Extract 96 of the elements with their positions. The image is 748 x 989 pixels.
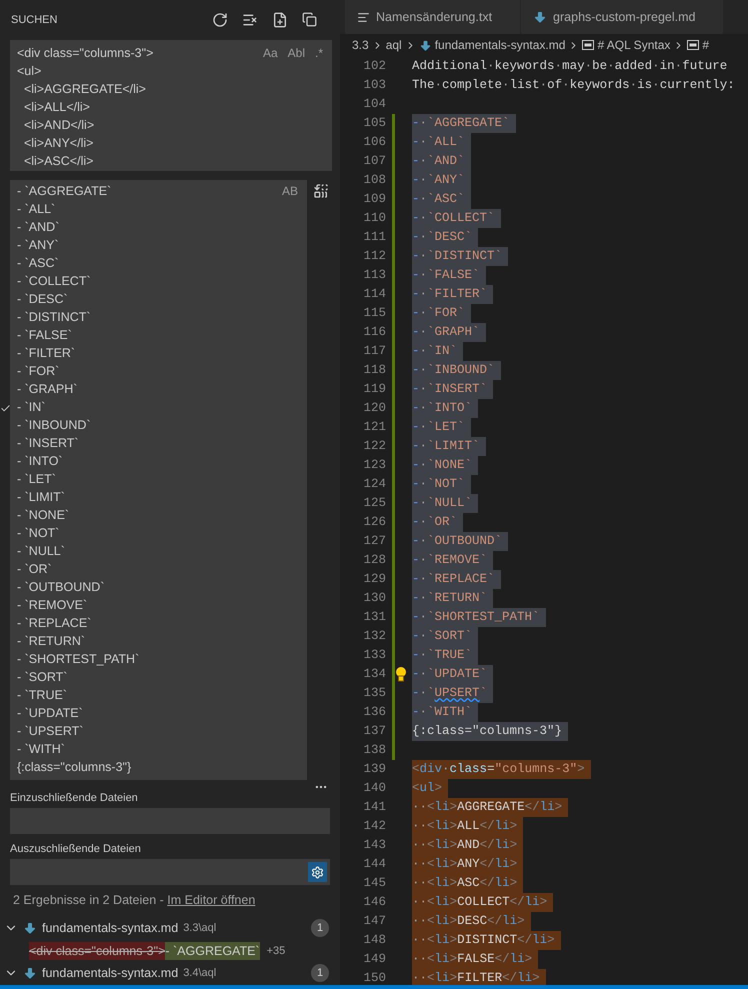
gear-icon: [311, 866, 324, 879]
line-number: 146: [362, 894, 386, 911]
line-number: 136: [362, 704, 386, 721]
line-number: 138: [362, 742, 386, 759]
line-number: 130: [362, 590, 386, 607]
line-number: 143: [362, 837, 386, 854]
exclude-field[interactable]: [10, 859, 330, 885]
line-number: 123: [362, 457, 386, 474]
text-file-icon: [357, 10, 370, 24]
line-number: 144: [362, 856, 386, 873]
toggle-option[interactable]: Aa: [260, 44, 281, 61]
file-name: fundamentals-syntax.md: [42, 965, 178, 982]
markdown-icon: [418, 38, 432, 52]
line-number: 140: [362, 780, 386, 797]
replace-field[interactable]: - `AGGREGATE` - `ALL` - `AND` - `ANY` - `ASC` - `COLLECT` - `DESC` - `DISTINCT` - `FALSE` - `FILTER` - `FOR` - `GRAPH` - `IN` - `INBOUND` - `INSERT` - `INTO` - `LET` - `LIMIT` - `NONE` - `NOT` - `NULL` - `OR` - `OUTBOUND` - `REMOVE` - `REPLACE` - `RETURN` - `SHORTEST_PATH` - `SORT` - `TRUE` - `UPDATE` - `UPSERT` - `WITH` {:class="columns-3"} AB: [10, 180, 307, 780]
line-number: 134: [362, 666, 386, 683]
line-number: 121: [362, 419, 386, 436]
line-number: 128: [362, 552, 386, 569]
toggle-option[interactable]: Abl: [284, 44, 308, 61]
settings-button[interactable]: [308, 862, 327, 882]
removed-text: <div class="columns-3">: [29, 942, 166, 960]
markdown-icon: [533, 10, 548, 24]
line-number: 107: [362, 153, 386, 170]
line-number: 150: [362, 970, 386, 985]
search-field[interactable]: <div class="columns-3"> <ul> <li>AGGREGATE</li> <li>ALL</li> <li>AND</li> <li>ANY</li> <li>ASC</li> Aa Abl .*: [10, 40, 332, 172]
line-number: 113: [362, 267, 386, 284]
line-number: 104: [362, 96, 386, 113]
file-path: 3.4\aql: [183, 966, 216, 982]
result-file-row[interactable]: fundamentals-syntax.md 3.4\aql 1: [0, 962, 340, 985]
line-number: 115: [362, 305, 386, 322]
line-number: 105: [362, 115, 386, 132]
file-name: fundamentals-syntax.md: [42, 920, 178, 938]
editor-tab[interactable]: Namensänderung.txt: [345, 0, 520, 34]
toggle-option[interactable]: .*: [312, 44, 326, 61]
breadcrumb-item[interactable]: #: [702, 36, 710, 54]
replace-all-icon[interactable]: [313, 183, 329, 200]
line-number: 117: [362, 343, 386, 360]
line-number: 141: [362, 799, 386, 816]
line-number: 132: [362, 628, 386, 645]
line-number: 127: [362, 533, 386, 550]
line-number: 116: [362, 324, 386, 341]
line-number: 112: [362, 248, 386, 265]
line-number: 125: [362, 495, 386, 512]
field-label: Einzuschließende Dateien: [10, 792, 138, 804]
new-file-icon[interactable]: [272, 12, 288, 28]
line-number: 118: [362, 362, 386, 379]
refresh-icon[interactable]: [212, 12, 228, 28]
breadcrumb-item[interactable]: # AQL Syntax: [597, 36, 670, 54]
line-number: 110: [362, 210, 386, 227]
count-badge: 1: [311, 919, 329, 938]
line-number: 129: [362, 571, 386, 588]
line-number: 139: [362, 761, 386, 778]
more-count: +35: [266, 944, 286, 959]
line-number: 108: [362, 172, 386, 189]
open-in-editor-link[interactable]: Im Editor öffnen: [167, 892, 256, 908]
line-number: 147: [362, 913, 386, 930]
field-label: Auszuschließende Dateien: [10, 843, 141, 856]
line-number: 120: [362, 400, 386, 417]
results-summary: 2 Ergebnisse in 2 Dateien -: [13, 892, 165, 908]
line-number: 111: [362, 229, 386, 246]
line-number: 149: [362, 951, 386, 968]
line-number: 126: [362, 514, 386, 531]
lightbulb-icon[interactable]: [395, 666, 407, 682]
breadcrumb-item[interactable]: fundamentals-syntax.md: [434, 36, 566, 54]
line-number: 142: [362, 818, 386, 835]
line-number: 114: [362, 286, 386, 303]
line-number: 122: [362, 438, 386, 455]
line-number: 109: [362, 191, 386, 208]
clear-results-icon[interactable]: [242, 12, 258, 28]
line-number: 145: [362, 875, 386, 892]
symbol-icon: [687, 40, 700, 50]
inserted-text: - `AGGREGATE`: [165, 942, 260, 960]
panel-title: SUCHEN: [11, 12, 58, 28]
breadcrumb-item[interactable]: aql: [386, 36, 402, 54]
toggle-option[interactable]: AB: [278, 183, 301, 200]
line-number: 124: [362, 476, 386, 493]
symbol-icon: [582, 40, 594, 50]
line-number: 137: [362, 723, 386, 740]
result-file-row[interactable]: fundamentals-syntax.md 3.3\aql 1: [0, 916, 340, 940]
editor-tab[interactable]: graphs-custom-pregel.md: [521, 0, 724, 34]
file-path: 3.3\aql: [183, 921, 216, 936]
line-number: 119: [362, 381, 386, 398]
line-number: 131: [362, 609, 386, 626]
count-badge: 1: [311, 964, 329, 982]
line-number: 103: [362, 77, 386, 94]
breadcrumb-item[interactable]: 3.3: [352, 36, 369, 54]
line-number: 106: [362, 134, 386, 151]
code-line: The·complete·list·of·keywords·is·currently:: [412, 77, 736, 94]
line-number: 102: [362, 58, 386, 75]
line-number: 135: [362, 685, 386, 702]
collapse-all-icon[interactable]: [302, 12, 317, 28]
markdown-icon: [23, 966, 37, 980]
markdown-icon: [23, 921, 37, 936]
line-number: 148: [362, 932, 386, 949]
line-number: 133: [362, 647, 386, 664]
code-line: Additional·keywords·may·be·added·in·future: [412, 58, 728, 75]
